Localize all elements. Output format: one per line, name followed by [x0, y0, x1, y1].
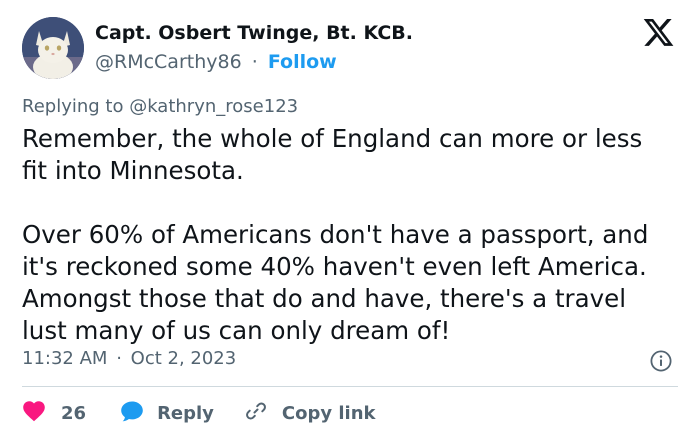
- replying-to-prefix: Replying to: [22, 96, 130, 117]
- action-bar: 26 Reply Copy link: [22, 398, 376, 428]
- info-icon[interactable]: [650, 350, 672, 372]
- timestamp-separator: ·: [116, 348, 122, 369]
- reply-label: Reply: [157, 402, 214, 424]
- like-count: 26: [61, 402, 87, 424]
- tweet-date: Oct 2, 2023: [130, 348, 237, 369]
- copy-link-label: Copy link: [281, 402, 376, 424]
- tweet-timestamp[interactable]: 11:32 AM · Oct 2, 2023: [22, 348, 236, 369]
- author-display-name[interactable]: Capt. Osbert Twinge, Bt. KCB.: [95, 22, 413, 44]
- tweet-text: Remember, the whole of England can more …: [22, 124, 649, 345]
- separator-dot: ·: [251, 51, 258, 73]
- tweet-time: 11:32 AM: [22, 348, 108, 369]
- x-logo-icon[interactable]: [642, 19, 675, 50]
- avatar[interactable]: [22, 17, 84, 79]
- cat-avatar-image: [22, 17, 84, 79]
- like-button[interactable]: 26: [22, 400, 86, 426]
- copy-link-button[interactable]: Copy link: [244, 399, 376, 427]
- divider: [22, 386, 678, 387]
- heart-icon: [22, 400, 46, 426]
- tweet-embed-card: Capt. Osbert Twinge, Bt. KCB. @RMcCarthy…: [0, 0, 700, 441]
- replying-to-handle[interactable]: @kathryn_rose123: [129, 96, 298, 117]
- replying-to-line: Replying to @kathryn_rose123: [22, 96, 298, 117]
- author-handle[interactable]: @RMcCarthy86: [95, 51, 242, 73]
- author-handle-line: @RMcCarthy86 · Follow: [95, 51, 337, 73]
- speech-bubble-icon: [120, 400, 144, 426]
- follow-button[interactable]: Follow: [268, 51, 337, 73]
- link-icon: [244, 399, 268, 427]
- reply-button[interactable]: Reply: [120, 400, 214, 426]
